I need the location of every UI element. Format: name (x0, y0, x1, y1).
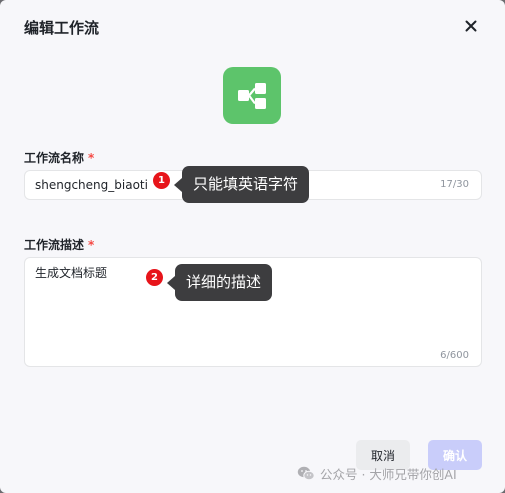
required-mark: * (88, 151, 95, 165)
workflow-desc-label: 工作流描述 * (24, 236, 94, 253)
workflow-name-value: shengcheng_biaoti (35, 178, 148, 192)
annotation-badge-1: 1 (153, 172, 170, 189)
workflow-desc-value: 生成文档标题 (35, 266, 108, 280)
watermark: 公众号 · 大师兄带你创AI (297, 463, 457, 483)
workflow-desc-counter: 6/600 (440, 350, 469, 361)
annotation-tooltip-2: 详细的描述 (166, 264, 273, 301)
workflow-app-icon[interactable] (223, 67, 281, 124)
watermark-text: 公众号 · 大师兄带你创AI (320, 466, 457, 482)
workflow-name-label-text: 工作流名称 (24, 151, 85, 165)
close-icon (465, 20, 477, 32)
workflow-share-icon (238, 82, 266, 109)
edit-workflow-dialog: 编辑工作流 工作流名称 * shengcheng_biaoti 17/30 工作流… (0, 0, 505, 493)
workflow-name-label: 工作流名称 * (24, 149, 94, 166)
workflow-name-counter: 17/30 (440, 179, 469, 190)
wechat-icon (297, 466, 315, 480)
annotation-badge-2: 2 (146, 269, 163, 286)
annotation-tooltip-1: 只能填英语字符 (173, 166, 310, 203)
dialog-title: 编辑工作流 (24, 19, 100, 37)
required-mark: * (88, 238, 95, 252)
workflow-desc-label-text: 工作流描述 (24, 238, 85, 252)
close-button[interactable] (460, 15, 482, 37)
